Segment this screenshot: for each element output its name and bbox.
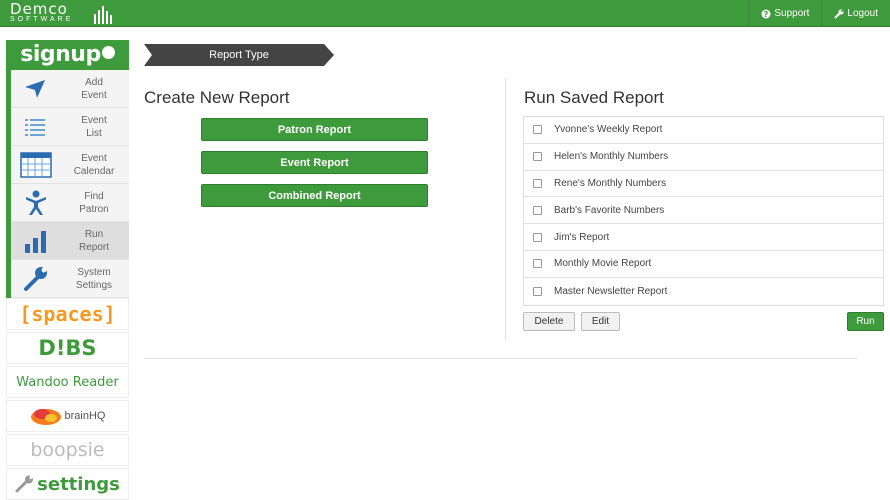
report-checkbox[interactable] <box>533 125 542 135</box>
run-button[interactable]: Run <box>847 312 884 331</box>
sidebar-item-label: List <box>86 127 102 139</box>
boopsie-logo: boopsie <box>30 439 105 461</box>
brand-name: Demco <box>10 0 68 18</box>
saved-report-title: Run Saved Report <box>524 88 664 107</box>
wandoo-reader-logo: Wandoo Reader <box>16 374 119 390</box>
sidebar-item-run-report[interactable]: Run Report <box>11 222 129 260</box>
list-item[interactable]: Barb's Favorite Numbers <box>524 197 883 225</box>
sidebar: signup Add Event Event List Event Calend… <box>0 27 130 500</box>
sidebar-item-system-settings[interactable]: System Settings <box>11 260 129 298</box>
edit-button[interactable]: Edit <box>581 312 620 331</box>
event-report-button[interactable]: Event Report <box>201 151 428 174</box>
dibs-link[interactable]: D!BS <box>6 332 129 364</box>
signup-logo-dot-icon <box>101 45 115 59</box>
sidebar-item-label: Report <box>78 241 109 253</box>
wrench-icon <box>24 267 47 291</box>
report-checkbox[interactable] <box>533 232 542 242</box>
signup-logo-text: signup <box>20 42 101 67</box>
sidebar-item-label: Run <box>84 228 104 240</box>
sidebar-item-label: Event <box>81 152 107 164</box>
list-item[interactable]: Yvonne's Weekly Report <box>524 117 883 144</box>
sidebar-item-find-patron[interactable]: Find Patron <box>11 184 129 222</box>
report-name: Master Newsletter Report <box>554 285 668 297</box>
report-name: Barb's Favorite Numbers <box>554 204 665 216</box>
list-item[interactable]: Master Newsletter Report <box>524 278 883 305</box>
paper-plane-icon <box>25 80 45 98</box>
delete-button[interactable]: Delete <box>523 312 575 331</box>
svg-text:?: ? <box>764 10 769 19</box>
list-item[interactable]: Rene's Monthly Numbers <box>524 171 883 198</box>
brand-subtitle: SOFTWARE <box>10 16 74 23</box>
brainhq-link[interactable]: brainHQ <box>6 400 129 432</box>
column-divider <box>505 78 506 340</box>
sidebar-item-label: Patron <box>79 203 109 215</box>
demco-logo[interactable]: Demco SOFTWARE <box>10 2 73 24</box>
report-name: Yvonne's Weekly Report <box>554 124 663 136</box>
list-item[interactable]: Helen's Monthly Numbers <box>524 144 883 171</box>
list-item[interactable]: Monthly Movie Report <box>524 251 883 278</box>
report-checkbox[interactable] <box>533 178 542 188</box>
create-report-title: Create New Report <box>144 88 290 107</box>
sidebar-item-label: Find <box>84 190 104 202</box>
brain-icon <box>30 409 61 425</box>
patron-report-button[interactable]: Patron Report <box>201 118 428 141</box>
top-bar: Demco SOFTWARE ? Support Logout <box>0 0 890 27</box>
sidebar-item-label: System <box>77 266 111 278</box>
sidebar-item-add-event[interactable]: Add Event <box>11 70 129 108</box>
settings-logo: settings <box>37 473 120 495</box>
calendar-icon <box>20 152 52 178</box>
sidebar-item-event-calendar[interactable]: Event Calendar <box>11 146 129 184</box>
bar-chart-icon <box>25 231 46 253</box>
question-circle-icon: ? <box>761 9 771 19</box>
sidebar-menu: Add Event Event List Event Calendar Find… <box>6 70 129 298</box>
step-banner-label: Report Type <box>209 49 269 61</box>
combined-report-button[interactable]: Combined Report <box>201 184 428 207</box>
logout-link[interactable]: Logout <box>821 0 890 27</box>
wrench-icon <box>834 9 844 19</box>
report-checkbox[interactable] <box>533 152 542 162</box>
logout-label: Logout <box>847 8 878 19</box>
sidebar-item-label: Settings <box>75 279 113 291</box>
top-nav: ? Support Logout <box>748 0 890 27</box>
sidebar-item-label: Event <box>81 114 107 126</box>
spaces-logo: [spaces] <box>19 302 116 326</box>
sidebar-item-label: Calendar <box>73 165 115 177</box>
spaces-link[interactable]: [spaces] <box>6 298 129 330</box>
report-name: Helen's Monthly Numbers <box>554 151 669 163</box>
partner-links: [spaces] D!BS Wandoo Reader brainHQ boop… <box>6 298 129 500</box>
support-link[interactable]: ? Support <box>748 0 821 27</box>
step-banner: Report Type <box>144 44 334 66</box>
sidebar-item-event-list[interactable]: Event List <box>11 108 129 146</box>
dibs-logo: D!BS <box>38 336 97 360</box>
sidebar-item-label: Add <box>85 76 103 88</box>
report-checkbox[interactable] <box>533 205 542 215</box>
saved-report-list: Yvonne's Weekly Report Helen's Monthly N… <box>523 116 884 306</box>
list-item[interactable]: Jim's Report <box>524 224 883 251</box>
signup-logo[interactable]: signup <box>6 40 129 70</box>
boopsie-link[interactable]: boopsie <box>6 434 129 466</box>
report-name: Monthly Movie Report <box>554 258 652 270</box>
settings-link[interactable]: settings <box>6 468 129 500</box>
wrench-icon <box>15 475 34 493</box>
brainhq-logo: brainHQ <box>64 410 106 422</box>
wandoo-reader-link[interactable]: Wandoo Reader <box>6 366 129 398</box>
support-label: Support <box>774 8 810 19</box>
sidebar-item-label: Event <box>81 89 107 101</box>
report-checkbox[interactable] <box>533 259 542 269</box>
section-divider <box>144 358 857 359</box>
brand-bars-icon <box>94 6 112 24</box>
report-checkbox[interactable] <box>533 286 542 296</box>
report-name: Jim's Report <box>554 231 610 243</box>
list-icon <box>25 119 45 136</box>
person-icon <box>26 190 46 215</box>
report-name: Rene's Monthly Numbers <box>554 177 666 189</box>
